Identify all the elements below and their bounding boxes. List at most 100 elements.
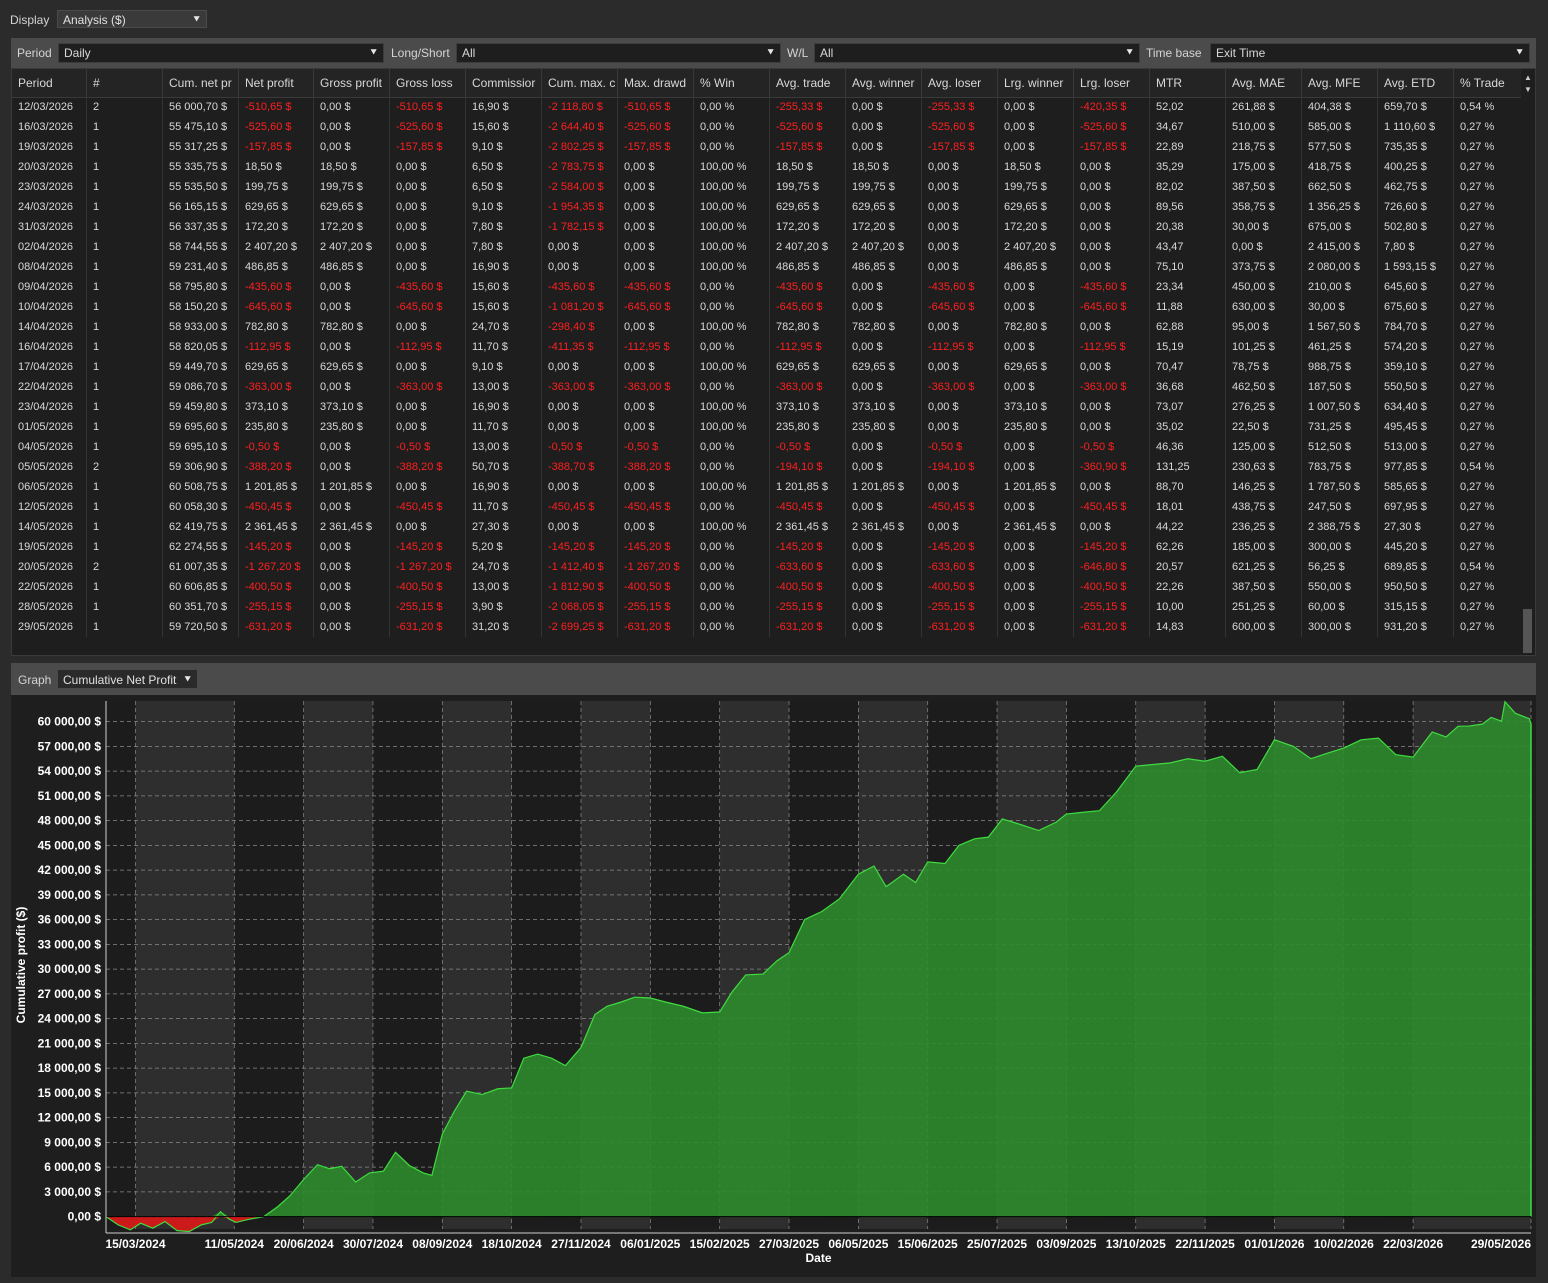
table-cell: 11,70 $ bbox=[466, 417, 542, 437]
column-header[interactable]: Lrg. loser bbox=[1074, 69, 1150, 97]
table-row[interactable]: 12/03/2026 2 56 000,70 $ -510,65 $0,00 $ -51… bbox=[12, 97, 1530, 117]
table-cell: 1 201,85 $ bbox=[770, 477, 846, 497]
table-cell: 462,50 $ bbox=[1226, 377, 1302, 397]
y-tick-label: 36 000,00 $ bbox=[38, 913, 102, 927]
table-cell: 0,00 $ bbox=[998, 437, 1074, 457]
table-cell: 52,02 bbox=[1150, 97, 1226, 117]
table-cell: 55 317,25 $ bbox=[163, 137, 239, 157]
table-cell: 0,00 $ bbox=[998, 597, 1074, 617]
wl-select[interactable]: All ⯆ bbox=[814, 43, 1140, 63]
y-tick-label: 60 000,00 $ bbox=[38, 715, 102, 729]
table-cell: 62,26 bbox=[1150, 537, 1226, 557]
table-row[interactable]: 20/05/2026 2 61 007,35 $ -1 267,20 $0,00 $ -… bbox=[12, 557, 1530, 577]
column-header[interactable]: Cum. net pr bbox=[163, 69, 239, 97]
table-row[interactable]: 23/04/2026 1 59 459,80 $373,10 $373,10 $0,… bbox=[12, 397, 1530, 417]
column-header[interactable]: Avg. MFE bbox=[1302, 69, 1378, 97]
table-row[interactable]: 22/04/2026 1 59 086,70 $ -363,00 $0,00 $ -36… bbox=[12, 377, 1530, 397]
table-row[interactable]: 09/04/2026 1 58 795,80 $ -435,60 $0,00 $ -43… bbox=[12, 277, 1530, 297]
table-row[interactable]: 04/05/2026 1 59 695,10 $ -0,50 $0,00 $ -0,50… bbox=[12, 437, 1530, 457]
table-row[interactable]: 01/05/2026 1 59 695,60 $235,80 $235,80 $0,… bbox=[12, 417, 1530, 437]
table-row[interactable]: 16/03/2026 1 55 475,10 $ -525,60 $0,00 $ -52… bbox=[12, 117, 1530, 137]
column-header[interactable]: MTR bbox=[1150, 69, 1226, 97]
table-cell: 0,00 $ bbox=[1074, 417, 1150, 437]
table-cell: -645,60 $ bbox=[618, 297, 694, 317]
table-cell: 0,00 % bbox=[694, 457, 770, 477]
column-header[interactable]: % Win bbox=[694, 69, 770, 97]
table-row[interactable]: 23/03/2026 1 55 535,50 $199,75 $199,75 $0,… bbox=[12, 177, 1530, 197]
column-header[interactable]: Avg. MAE bbox=[1226, 69, 1302, 97]
column-header[interactable]: Avg. ETD bbox=[1378, 69, 1454, 97]
y-axis-label: Cumulative profit ($) bbox=[14, 907, 28, 1024]
table-scrollbar[interactable]: ▲ ▼ bbox=[1521, 69, 1535, 655]
table-row[interactable]: 31/03/2026 1 56 337,35 $172,20 $172,20 $0,… bbox=[12, 217, 1530, 237]
scroll-thumb[interactable] bbox=[1523, 609, 1532, 653]
table-cell: -194,10 $ bbox=[770, 457, 846, 477]
table-row[interactable]: 05/05/2026 2 59 306,90 $ -388,20 $0,00 $ -38… bbox=[12, 457, 1530, 477]
table-row[interactable]: 19/05/2026 1 62 274,55 $ -145,20 $0,00 $ -14… bbox=[12, 537, 1530, 557]
column-header[interactable]: % Trade bbox=[1454, 69, 1530, 97]
table-cell: -645,60 $ bbox=[239, 297, 314, 317]
column-header[interactable]: Commissior bbox=[466, 69, 542, 97]
table-row[interactable]: 20/03/2026 1 55 335,75 $18,50 $18,50 $0,00… bbox=[12, 157, 1530, 177]
table-cell: 404,38 $ bbox=[1302, 97, 1378, 117]
table-cell: 0,00 $ bbox=[846, 97, 922, 117]
column-header[interactable]: Lrg. winner bbox=[998, 69, 1074, 97]
table-cell: 89,56 bbox=[1150, 197, 1226, 217]
table-cell: 82,02 bbox=[1150, 177, 1226, 197]
table-cell: 56 165,15 $ bbox=[163, 197, 239, 217]
stats-table: Period # Cum. net pr Net profit Gross profit… bbox=[11, 68, 1536, 656]
table-cell: 0,00 $ bbox=[390, 257, 466, 277]
table-row[interactable]: 29/05/2026 1 59 720,50 $ -631,20 $0,00 $ -63… bbox=[12, 617, 1530, 637]
period-select-value: Daily bbox=[64, 46, 91, 60]
table-row[interactable]: 10/04/2026 1 58 150,20 $ -645,60 $0,00 $ -64… bbox=[12, 297, 1530, 317]
column-header[interactable]: Avg. winner bbox=[846, 69, 922, 97]
table-row[interactable]: 16/04/2026 1 58 820,05 $ -112,95 $0,00 $ -11… bbox=[12, 337, 1530, 357]
table-cell: 1 bbox=[87, 157, 163, 177]
column-header[interactable]: Cum. max. c bbox=[542, 69, 618, 97]
table-cell: -145,20 $ bbox=[1074, 537, 1150, 557]
column-header[interactable]: Max. drawd bbox=[618, 69, 694, 97]
scroll-up-icon[interactable]: ▲ bbox=[1524, 73, 1532, 82]
longshort-label: Long/Short bbox=[391, 46, 450, 60]
table-cell: 0,27 % bbox=[1454, 337, 1530, 357]
period-select[interactable]: Daily ⯆ bbox=[58, 43, 384, 63]
table-cell: 08/04/2026 bbox=[12, 257, 87, 277]
table-cell: 577,50 $ bbox=[1302, 137, 1378, 157]
timebase-select[interactable]: Exit Time ⯆ bbox=[1210, 43, 1530, 63]
table-cell: -112,95 $ bbox=[239, 337, 314, 357]
x-tick-label: 06/01/2025 bbox=[620, 1237, 680, 1251]
column-header[interactable]: Avg. loser bbox=[922, 69, 998, 97]
table-row[interactable]: 08/04/2026 1 59 231,40 $486,85 $486,85 $0,… bbox=[12, 257, 1530, 277]
table-cell: 1 bbox=[87, 577, 163, 597]
graph-select[interactable]: Cumulative Net Profit ⯆ bbox=[57, 669, 198, 689]
table-row[interactable]: 19/03/2026 1 55 317,25 $ -157,85 $0,00 $ -15… bbox=[12, 137, 1530, 157]
x-axis-label: Date bbox=[805, 1251, 831, 1265]
table-row[interactable]: 14/04/2026 1 58 933,00 $782,80 $782,80 $0,… bbox=[12, 317, 1530, 337]
table-row[interactable]: 22/05/2026 1 60 606,85 $ -400,50 $0,00 $ -40… bbox=[12, 577, 1530, 597]
longshort-select[interactable]: All ⯆ bbox=[456, 43, 781, 63]
table-cell: 1 356,25 $ bbox=[1302, 197, 1378, 217]
table-row[interactable]: 12/05/2026 1 60 058,30 $ -450,45 $0,00 $ -45… bbox=[12, 497, 1530, 517]
table-row[interactable]: 14/05/2026 1 62 419,75 $2 361,45 $2 361,45… bbox=[12, 517, 1530, 537]
table-cell: 0,27 % bbox=[1454, 217, 1530, 237]
table-cell: -255,15 $ bbox=[922, 597, 998, 617]
table-cell: 28/05/2026 bbox=[12, 597, 87, 617]
column-header[interactable]: Gross profit bbox=[314, 69, 390, 97]
table-cell: 100,00 % bbox=[694, 157, 770, 177]
column-header[interactable]: # bbox=[87, 69, 163, 97]
column-header[interactable]: Avg. trade bbox=[770, 69, 846, 97]
table-cell: 1 567,50 $ bbox=[1302, 317, 1378, 337]
table-row[interactable]: 28/05/2026 1 60 351,70 $ -255,15 $0,00 $ -25… bbox=[12, 597, 1530, 617]
column-header[interactable]: Gross loss bbox=[390, 69, 466, 97]
column-header[interactable]: Net profit bbox=[239, 69, 314, 97]
table-cell: 100,00 % bbox=[694, 417, 770, 437]
table-row[interactable]: 06/05/2026 1 60 508,75 $1 201,85 $1 201,85… bbox=[12, 477, 1530, 497]
table-row[interactable]: 02/04/2026 1 58 744,55 $2 407,20 $2 407,20… bbox=[12, 237, 1530, 257]
display-select[interactable]: Analysis ($) ⯆ bbox=[57, 10, 207, 28]
table-cell: 56 337,35 $ bbox=[163, 217, 239, 237]
table-row[interactable]: 24/03/2026 1 56 165,15 $629,65 $629,65 $0,… bbox=[12, 197, 1530, 217]
table-cell: 5,20 $ bbox=[466, 537, 542, 557]
scroll-down-icon[interactable]: ▼ bbox=[1524, 85, 1532, 94]
table-row[interactable]: 17/04/2026 1 59 449,70 $629,65 $629,65 $0,… bbox=[12, 357, 1530, 377]
column-header[interactable]: Period bbox=[12, 69, 87, 97]
